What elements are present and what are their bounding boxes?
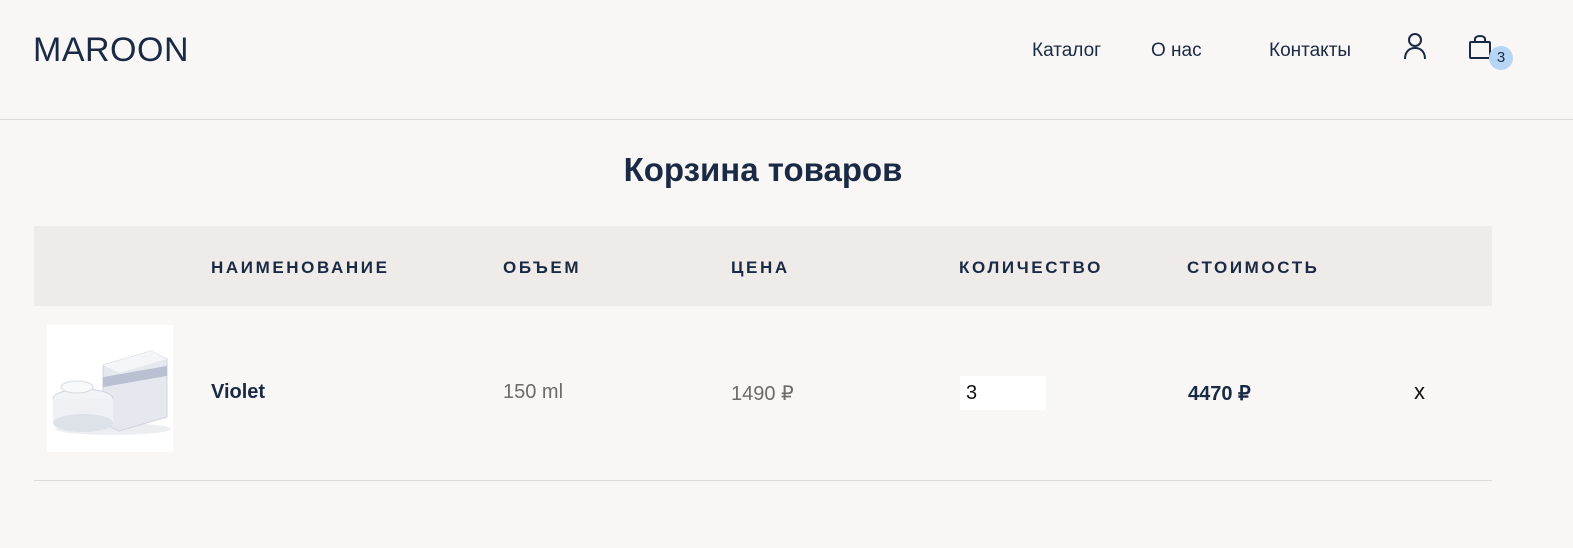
user-icon[interactable] — [1402, 32, 1428, 60]
product-name[interactable]: Violet — [211, 381, 265, 404]
product-volume: 150 ml — [503, 381, 564, 403]
cart-count-badge: 3 — [1489, 46, 1513, 70]
product-price: 1490 ₽ — [731, 383, 794, 405]
nav-catalog[interactable]: Каталог — [1032, 40, 1101, 62]
product-image[interactable] — [47, 325, 173, 452]
nav-contacts[interactable]: Контакты — [1269, 40, 1351, 62]
nav-about[interactable]: О нас — [1151, 40, 1202, 62]
site-header: MAROON Каталог О нас Контакты 3 — [0, 0, 1573, 120]
column-header-volume: ОБЪЕМ — [503, 258, 582, 277]
column-header-quantity: КОЛИЧЕСТВО — [959, 258, 1103, 277]
quantity-input[interactable] — [960, 376, 1046, 410]
line-total: 4470 ₽ — [1188, 383, 1251, 405]
logo[interactable]: MAROON — [33, 31, 189, 70]
column-header-total: СТОИМОСТЬ — [1187, 258, 1320, 277]
remove-item-button[interactable]: x — [1414, 379, 1425, 405]
page-title: Корзина товаров — [623, 151, 903, 188]
column-header-price: ЦЕНА — [731, 258, 790, 277]
column-header-name: НАИМЕНОВАНИЕ — [211, 258, 390, 277]
